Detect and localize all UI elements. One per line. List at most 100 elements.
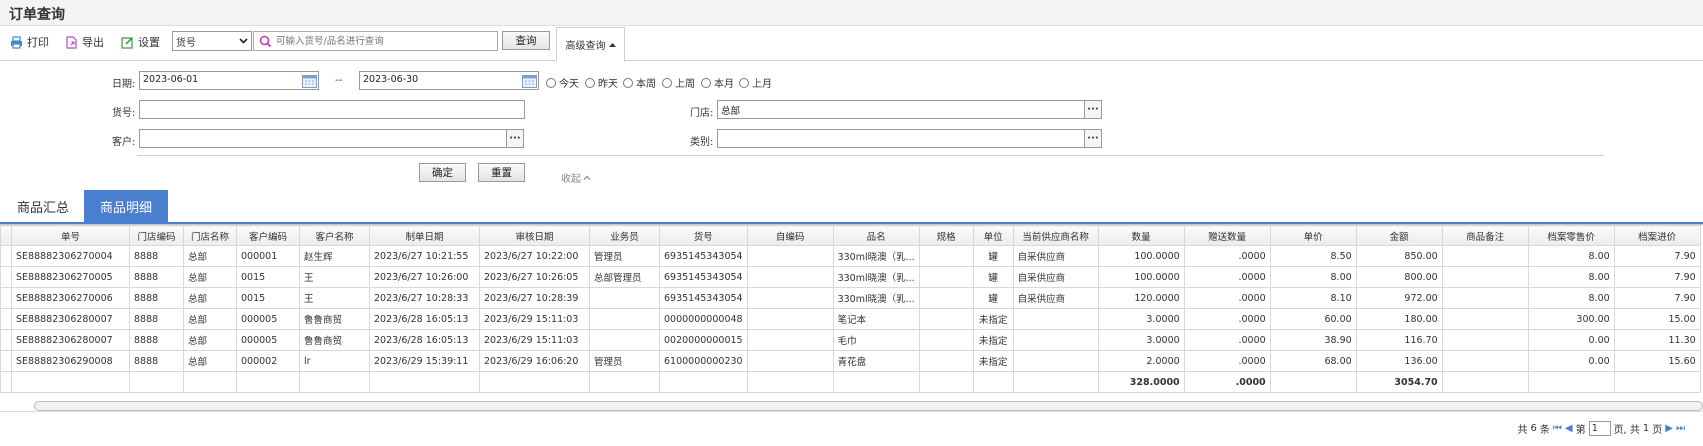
radio-circle [546,77,556,88]
table-cell: 3.0000 [1097,308,1185,330]
table-cell: 管理员 [589,350,660,372]
table-row[interactable]: SE88882306270006 8888 总部 0015 王 2023/6/27 10:… [0,287,1701,309]
table-cell: 自采供应商 [1012,266,1099,288]
store-input[interactable]: 总部 [717,100,1085,119]
page-input[interactable]: 1 [1588,421,1611,436]
col-header[interactable]: 门店编码 [129,225,184,246]
col-header[interactable]: 业务员 [589,225,660,246]
print-button[interactable]: 打印 [9,33,49,51]
col-header[interactable]: 赠送数量 [1183,225,1271,246]
confirm-button[interactable]: 确定 [419,163,466,182]
col-header[interactable]: 单价 [1269,225,1357,246]
tab-product-summary[interactable]: 商品汇总 [3,190,83,222]
printer-icon [9,35,23,49]
search-box [253,31,498,51]
table-row[interactable]: SE88882306270004 8888 总部 000001 赵生辉 2023/6/27… [0,245,1701,267]
table-cell: 0020000000015 [659,329,748,351]
col-header[interactable]: 档案零售价 [1527,225,1615,246]
store-picker-button[interactable]: ··· [1084,100,1102,119]
search-field-select[interactable]: 货号 [172,31,252,51]
edit-settings-icon [120,35,134,49]
totals-cell [369,371,480,393]
table-cell: 2023/6/28 16:05:13 [369,329,480,351]
radio-circle [623,77,633,88]
table-cell: .0000 [1183,266,1271,288]
totals-cell [659,371,748,393]
col-header[interactable]: 客户名称 [299,225,370,246]
table-cell: 2023/6/29 15:11:03 [479,308,590,330]
col-header[interactable]: 自编码 [746,225,834,246]
col-header[interactable]: 门店名称 [183,225,237,246]
table-cell: 136.00 [1355,350,1443,372]
radio-last-week[interactable]: 上周 [662,75,695,90]
col-header[interactable]: 货号 [659,225,748,246]
horizontal-scrollbar[interactable] [34,401,1703,411]
col-header[interactable]: 客户编码 [236,225,300,246]
reset-button[interactable]: 重置 [478,163,525,182]
col-header[interactable]: 商品备注 [1441,225,1529,246]
table-cell [1012,350,1099,372]
col-header[interactable]: 品名 [832,225,920,246]
table-cell: 总部 [183,308,237,330]
table-row[interactable]: SE88882306280007 8888 总部 000005 鲁鲁商贸 2023/6/2… [0,329,1701,351]
category-input[interactable] [717,129,1085,148]
col-header[interactable]: 规格 [918,225,974,246]
col-header[interactable]: 数量 [1097,225,1185,246]
collapse-link[interactable]: 收起 [561,170,591,185]
table-cell: 自采供应商 [1012,287,1099,309]
radio-label: 本周 [636,79,656,90]
search-input[interactable] [273,32,497,50]
table-body: SE88882306270004 8888 总部 000001 赵生辉 2023/6/27… [0,245,1701,393]
row-indicator [0,329,12,351]
totals-cell [11,371,130,393]
table-cell: 自采供应商 [1012,245,1099,267]
caret-up-icon [608,39,616,50]
radio-label: 上月 [752,79,772,90]
col-header[interactable]: 档案进价 [1613,225,1701,246]
table-cell: 38.90 [1269,329,1357,351]
next-page-icon[interactable]: ▶ [1665,423,1673,434]
first-page-icon[interactable]: ⏮ [1553,423,1562,434]
sku-input[interactable] [139,100,525,119]
category-picker-button[interactable]: ··· [1084,129,1102,148]
tab-product-detail[interactable]: 商品明细 [84,190,168,222]
date-from-input[interactable]: 2023-06-01 [139,71,319,90]
prev-page-icon[interactable]: ◀ [1565,423,1573,434]
table-cell: 毛巾 [832,329,920,351]
table-cell: 笔记本 [832,308,920,330]
col-header[interactable]: 单位 [972,225,1014,246]
radio-last-month[interactable]: 上月 [739,75,772,90]
radio-today[interactable]: 今天 [546,75,579,90]
table-cell: 2023/6/27 10:26:05 [479,266,590,288]
customer-picker-button[interactable]: ··· [506,129,524,148]
store-label: 门店: [690,108,714,119]
table-cell: SE88882306280007 [11,329,130,351]
radio-this-week[interactable]: 本周 [623,75,656,90]
col-header[interactable]: 单号 [11,225,130,246]
radio-yesterday[interactable]: 昨天 [585,75,618,90]
last-page-icon[interactable]: ⏭ [1676,423,1685,434]
table-cell: .0000 [1183,308,1271,330]
table-row[interactable]: SE88882306270005 8888 总部 0015 王 2023/6/27 10:… [0,266,1701,288]
calendar-icon[interactable] [300,72,318,89]
table-cell: 2023/6/27 10:26:00 [369,266,480,288]
query-button[interactable]: 查询 [502,31,550,50]
pager-total-prefix: 共 [1517,425,1528,436]
calendar-icon[interactable] [520,72,538,89]
radio-this-month[interactable]: 本月 [701,75,734,90]
col-header[interactable]: 制单日期 [369,225,480,246]
col-header[interactable]: 当前供应商名称 [1012,225,1099,246]
table-cell: 王 [299,287,370,309]
col-header[interactable]: 金额 [1355,225,1443,246]
customer-input[interactable] [139,129,507,148]
table-row[interactable]: SE88882306280007 8888 总部 000005 鲁鲁商贸 2023/6/2… [0,308,1701,330]
table-row[interactable]: SE88882306290008 8888 总部 000002 lr 2023/6/29 … [0,350,1701,372]
settings-button[interactable]: 设置 [120,33,160,51]
date-to-input[interactable]: 2023-06-30 [359,71,539,90]
col-header[interactable]: 审核日期 [479,225,590,246]
advanced-query-tab[interactable]: 高级查询 [556,27,625,62]
table-cell: 罐 [972,245,1014,267]
table-cell: SE88882306270004 [11,245,130,267]
radio-circle [662,77,672,88]
export-button[interactable]: 导出 [64,33,104,51]
